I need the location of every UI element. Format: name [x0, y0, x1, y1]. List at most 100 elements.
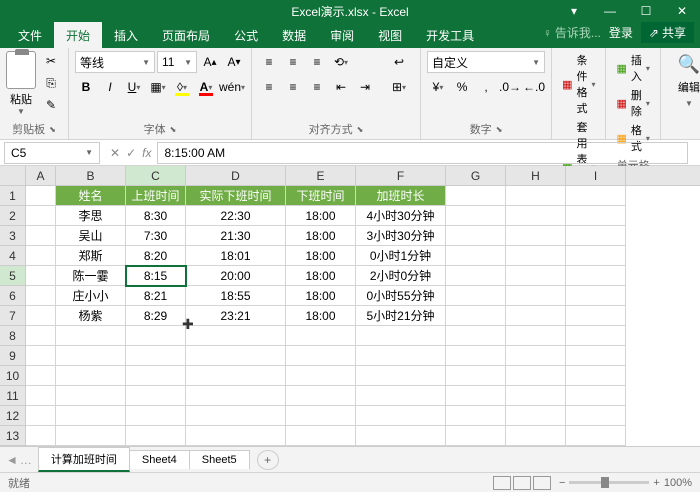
cell[interactable]	[26, 266, 56, 286]
cell[interactable]	[566, 286, 626, 306]
cell[interactable]	[506, 306, 566, 326]
cell[interactable]	[186, 366, 286, 386]
cell[interactable]	[126, 406, 186, 426]
cell[interactable]: 实际下班时间	[186, 186, 286, 206]
wrap-text-button[interactable]: ↩	[384, 51, 414, 73]
cell[interactable]	[566, 246, 626, 266]
italic-button[interactable]: I	[99, 76, 121, 98]
cell[interactable]	[506, 266, 566, 286]
cell[interactable]	[356, 366, 446, 386]
cell[interactable]	[506, 406, 566, 426]
cell[interactable]	[506, 186, 566, 206]
cell[interactable]: 18:00	[286, 206, 356, 226]
cell[interactable]	[26, 226, 56, 246]
align-bottom-button[interactable]: ≡	[306, 51, 328, 73]
cell[interactable]	[566, 226, 626, 246]
cell[interactable]: 4小时30分钟	[356, 206, 446, 226]
column-header[interactable]: H	[506, 166, 566, 185]
cell[interactable]	[56, 346, 126, 366]
cell[interactable]	[126, 366, 186, 386]
view-pagebreak-icon[interactable]	[533, 476, 551, 490]
cell[interactable]	[356, 346, 446, 366]
cell[interactable]	[446, 406, 506, 426]
insert-cells-button[interactable]: ▦插入▾	[612, 51, 653, 85]
cell[interactable]	[26, 286, 56, 306]
cell[interactable]	[286, 326, 356, 346]
copy-button[interactable]: ⎘	[40, 73, 62, 93]
row-header[interactable]: 4	[0, 246, 26, 266]
ribbon-options-icon[interactable]: ▾	[556, 0, 592, 22]
cell[interactable]: 吴山	[56, 226, 126, 246]
cell[interactable]	[286, 426, 356, 446]
tab-file[interactable]: 文件	[6, 22, 54, 48]
cell[interactable]	[286, 346, 356, 366]
cell[interactable]: 2小时0分钟	[356, 266, 446, 286]
cell[interactable]	[506, 286, 566, 306]
border-button[interactable]: ▦▾	[147, 76, 169, 98]
view-normal-icon[interactable]	[493, 476, 511, 490]
tab-review[interactable]: 审阅	[318, 22, 366, 48]
underline-button[interactable]: U▾	[123, 76, 145, 98]
cell[interactable]	[446, 326, 506, 346]
column-header[interactable]: F	[356, 166, 446, 185]
cell[interactable]	[186, 386, 286, 406]
cell[interactable]	[566, 306, 626, 326]
decrease-decimal-button[interactable]: ←.0	[523, 76, 545, 98]
cell[interactable]: 8:20	[126, 246, 186, 266]
merge-button[interactable]: ⊞▾	[384, 76, 414, 98]
cell[interactable]: 上班时间	[126, 186, 186, 206]
cell[interactable]	[506, 386, 566, 406]
cell[interactable]	[446, 186, 506, 206]
share-button[interactable]: ⇗共享	[641, 22, 694, 43]
cell[interactable]	[446, 306, 506, 326]
formula-bar[interactable]: 8:15:00 AM	[157, 142, 688, 164]
dialog-launcher-icon[interactable]: ⬊	[357, 125, 364, 134]
cell[interactable]	[126, 346, 186, 366]
cell[interactable]: 3小时30分钟	[356, 226, 446, 246]
cell[interactable]: 8:30	[126, 206, 186, 226]
row-header[interactable]: 11	[0, 386, 26, 406]
cell[interactable]	[566, 326, 626, 346]
editing-button[interactable]: 🔍 编辑 ▼	[667, 51, 700, 111]
cell[interactable]	[126, 386, 186, 406]
cell[interactable]	[446, 346, 506, 366]
cell[interactable]	[566, 406, 626, 426]
cell[interactable]	[26, 206, 56, 226]
tab-nav-prev-icon[interactable]: ◄	[6, 453, 18, 467]
spreadsheet-grid[interactable]: ABCDEFGHI1姓名上班时间实际下班时间下班时间加班时长2李思8:3022:…	[0, 166, 700, 446]
cell[interactable]	[356, 426, 446, 446]
decrease-font-button[interactable]: A▾	[223, 51, 245, 73]
cell[interactable]	[506, 366, 566, 386]
cell[interactable]: 下班时间	[286, 186, 356, 206]
align-center-button[interactable]: ≡	[282, 76, 304, 98]
fill-color-button[interactable]: ◊▾	[171, 76, 193, 98]
tab-nav-more-icon[interactable]: …	[20, 453, 32, 467]
paste-button[interactable]: 粘贴 ▼	[6, 51, 36, 116]
row-header[interactable]: 3	[0, 226, 26, 246]
column-header[interactable]: I	[566, 166, 626, 185]
bold-button[interactable]: B	[75, 76, 97, 98]
tab-view[interactable]: 视图	[366, 22, 414, 48]
number-format-select[interactable]: 自定义▼	[427, 51, 545, 73]
cell[interactable]: 陈一霎	[56, 266, 126, 286]
orientation-button[interactable]: ⟲▾	[330, 51, 352, 73]
cell[interactable]	[286, 406, 356, 426]
align-top-button[interactable]: ≡	[258, 51, 280, 73]
cell[interactable]	[506, 346, 566, 366]
align-right-button[interactable]: ≡	[306, 76, 328, 98]
cell[interactable]	[186, 426, 286, 446]
cell[interactable]: 21:30	[186, 226, 286, 246]
cell[interactable]	[446, 206, 506, 226]
cell[interactable]: 李思	[56, 206, 126, 226]
sheet-tab[interactable]: Sheet5	[189, 450, 250, 469]
sheet-tab[interactable]: Sheet4	[129, 450, 190, 469]
cell[interactable]	[26, 306, 56, 326]
cell[interactable]	[446, 286, 506, 306]
cell[interactable]: 18:00	[286, 226, 356, 246]
increase-decimal-button[interactable]: .0→	[499, 76, 521, 98]
cell[interactable]: 23:21	[186, 306, 286, 326]
cell[interactable]: 0小时1分钟	[356, 246, 446, 266]
cell[interactable]	[446, 246, 506, 266]
tab-formulas[interactable]: 公式	[222, 22, 270, 48]
cell[interactable]	[356, 406, 446, 426]
